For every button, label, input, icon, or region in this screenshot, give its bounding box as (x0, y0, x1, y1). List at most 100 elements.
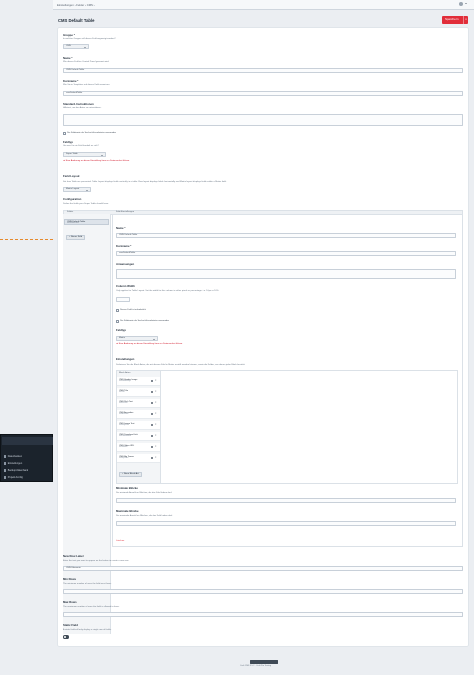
sub-fieldtype-label: Feldtyp (116, 328, 126, 332)
fieldtype-instructions: Um was für ein Feld handelt es sich? (63, 145, 99, 147)
min-blocks-label: Minimale Blöcke (116, 486, 138, 490)
sub-handle-label: Kurzname * (116, 244, 132, 248)
checkbox-box[interactable] (116, 309, 119, 312)
sidebar-item-project-config[interactable]: Projekt-Konfig (4, 476, 23, 479)
group-select[interactable]: CMS (63, 44, 89, 49)
min-blocks-instructions: Die minimale Anzahl an Blöcken, die das … (116, 492, 173, 494)
layout-select[interactable]: Matrix Layout (63, 187, 91, 192)
required-checkbox[interactable]: Dieses Feld ist erforderlich (116, 309, 146, 312)
sub-searchable-label: Die Feldwerte als Suchschlüsselwörter ve… (120, 320, 169, 322)
new-row-field[interactable]: CMS Elemente (63, 566, 463, 571)
block-handle: cmsRichText (119, 403, 128, 405)
gear-icon[interactable] (151, 424, 154, 427)
sub-instructions-textarea[interactable] (116, 269, 456, 279)
static-field-toggle[interactable] (63, 635, 69, 639)
fieldtype-select[interactable]: Super Table (63, 152, 106, 157)
layout-label: Field Layout (63, 174, 80, 178)
save-button[interactable]: Speichern ▾ (442, 16, 468, 24)
close-icon[interactable]: × (155, 445, 156, 448)
sidebar-item-einstellungen[interactable]: Einstellungen (4, 462, 22, 465)
handle-field[interactable]: cmsDefaultTable (63, 91, 463, 96)
list-item[interactable]: CMS Title cmsTitle × (117, 388, 160, 397)
min-blocks-field[interactable] (116, 498, 456, 503)
block-types-header: Block-Arten (119, 372, 131, 374)
config-icon (4, 476, 7, 479)
field-item[interactable]: CMS Default Table cmsDefaultTable (64, 219, 109, 225)
gear-icon[interactable] (151, 446, 154, 449)
required-label: Dieses Feld ist erforderlich (120, 309, 146, 311)
save-label: Speichern (445, 17, 459, 22)
sub-fieldtype-select[interactable]: Matrix (116, 336, 158, 341)
group-instructions: In welcher Gruppe soll dieses Feld angez… (63, 38, 116, 40)
top-bar (53, 0, 474, 10)
list-item[interactable]: CMS Video URL cmsVideoUrl × (117, 443, 160, 452)
max-blocks-label: Maximale Blöcke (116, 509, 139, 513)
checkbox-box[interactable] (63, 132, 66, 135)
sub-handle-field[interactable]: cmsDefaultTable (116, 251, 456, 256)
gear-icon[interactable] (151, 402, 154, 405)
column-width-field[interactable] (116, 297, 130, 302)
block-handle: cmsBigTeaser (119, 458, 129, 460)
name-field[interactable]: CMS Default Table (63, 68, 463, 73)
fieldtype-label: Feldtyp (63, 140, 73, 144)
searchable-label: Die Feldwerte als Suchschlüsselwörter ve… (67, 132, 116, 134)
fieldtype-warning: ▲ Eine Änderung an dieser Einstellung ka… (63, 160, 130, 162)
sub-instructions-label: Anweisungen (116, 262, 135, 266)
close-icon[interactable]: × (155, 423, 156, 426)
breadcrumb[interactable]: Einstellungen › Felder › CMS › (57, 3, 95, 7)
avatar[interactable] (459, 2, 463, 6)
gear-icon (4, 462, 7, 465)
list-item[interactable]: CMS Rich Text cmsRichText × (117, 399, 160, 408)
max-rows-instructions: The maximum number of rows the field is … (63, 606, 120, 608)
block-handle: cmsHeaderImage (119, 381, 131, 383)
list-item[interactable]: CMS Accordion cmsAccordion × (117, 410, 160, 419)
gear-icon[interactable] (151, 413, 154, 416)
column-width-instructions: Only applies for Table Layout. Set the w… (116, 290, 220, 292)
configuration-label: Configuration (63, 197, 82, 201)
sub-searchable-checkbox[interactable]: Die Feldwerte als Suchschlüsselwörter ve… (116, 320, 169, 323)
max-blocks-field[interactable] (116, 521, 456, 526)
sidebar-item-datenbanken[interactable]: Datenbanken (4, 455, 22, 458)
min-rows-field[interactable] (63, 589, 463, 594)
min-rows-label: Min Rows (63, 577, 77, 581)
name-instructions: Wie dieses Feld im Control Panel genannt… (63, 61, 110, 63)
list-item[interactable]: CMS Big Teaser cmsBigTeaser × (117, 454, 160, 463)
new-row-label: New Row Label (63, 554, 84, 558)
list-item[interactable]: CMS Image Text cmsImageText × (117, 421, 160, 430)
field-item-handle: cmsDefaultTable (67, 223, 79, 225)
new-row-instructions: Enter the text you want to appear on the… (63, 560, 129, 562)
checkbox-box[interactable] (116, 320, 119, 323)
searchable-checkbox[interactable]: Die Feldwerte als Suchschlüsselwörter ve… (63, 132, 116, 135)
close-icon[interactable]: × (155, 456, 156, 459)
instructions-textarea[interactable] (63, 114, 463, 126)
new-block-type-button[interactable]: + Neue Block-Art (119, 472, 142, 477)
delete-link[interactable]: Löschen (116, 540, 124, 543)
close-icon[interactable]: × (155, 434, 156, 437)
close-icon[interactable]: × (155, 401, 156, 404)
chevron-down-icon[interactable] (465, 3, 467, 4)
chevron-down-icon[interactable]: ▾ (463, 16, 468, 24)
settings-label: Einstellungen (116, 357, 135, 361)
gear-icon[interactable] (151, 457, 154, 460)
max-rows-field[interactable] (63, 612, 463, 617)
block-handle: cmsAccordion (119, 414, 129, 416)
list-item[interactable]: CMS Download Link cmsDownloadLink × (117, 432, 160, 441)
new-field-button[interactable]: + Neues Feld (66, 235, 86, 240)
divider (0, 239, 53, 240)
close-icon[interactable]: × (155, 379, 156, 382)
backup-icon (4, 469, 7, 472)
instructions-label: Standard-Instruktionen (63, 102, 94, 106)
close-icon[interactable]: × (155, 412, 156, 415)
sub-name-field[interactable]: CMS Default Table (116, 233, 456, 238)
fields-sidebar (63, 214, 111, 634)
sidebar-item-label: Projekt-Konfig (7, 476, 23, 479)
list-item[interactable]: CMS Header Image cmsHeaderImage × (117, 377, 160, 386)
sidebar-item-backup[interactable]: Backup-Datenbank (4, 469, 28, 472)
group-label: Gruppe * (63, 33, 75, 37)
gear-icon[interactable] (151, 435, 154, 438)
block-types-editor (116, 370, 458, 484)
close-icon[interactable]: × (155, 390, 156, 393)
database-icon (4, 455, 7, 458)
gear-icon[interactable] (151, 391, 154, 394)
gear-icon[interactable] (151, 380, 154, 383)
